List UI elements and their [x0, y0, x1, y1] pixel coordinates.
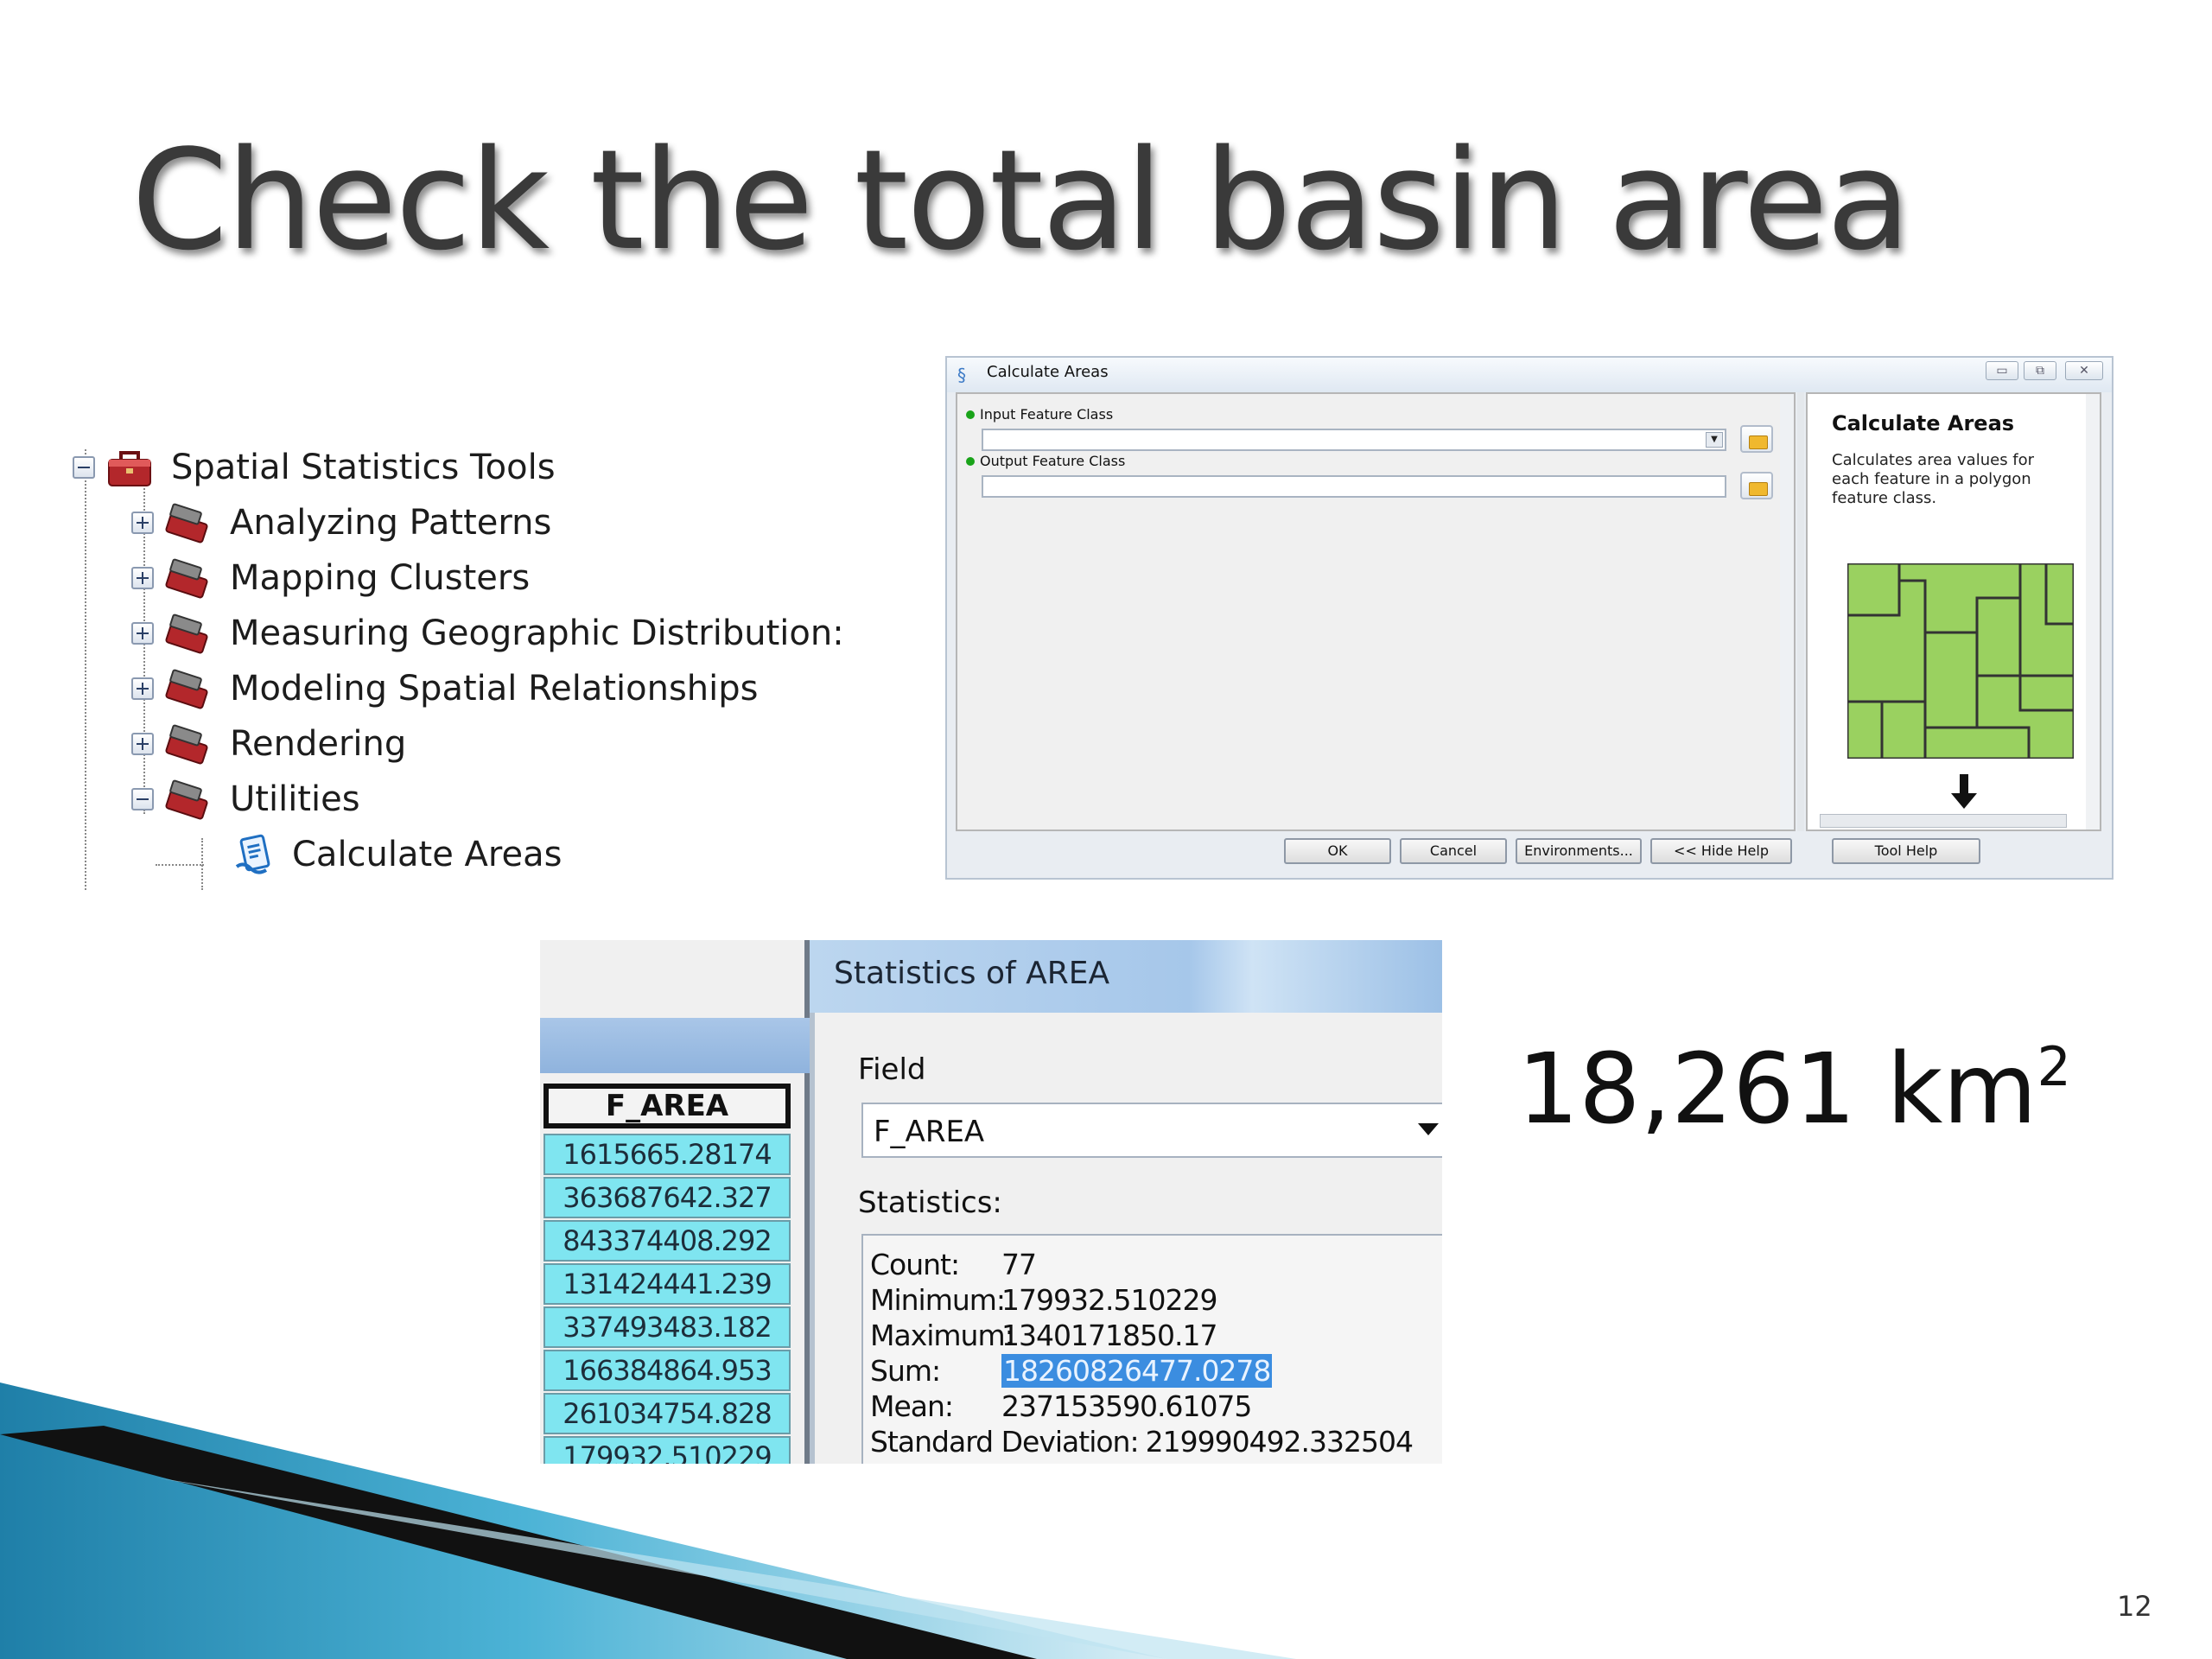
- collapse-icon[interactable]: [73, 456, 95, 479]
- help-text: Calculates area values for each feature …: [1832, 451, 2035, 507]
- table-cell[interactable]: 337493483.182: [543, 1306, 791, 1348]
- parameters-pane: Input Feature Class ▼ Output Feature Cla…: [956, 392, 1796, 831]
- toolset-icon: [165, 779, 208, 820]
- script-tool-icon: [235, 834, 270, 874]
- tree-item-rendering[interactable]: Rendering: [131, 719, 406, 769]
- toolset-icon: [165, 669, 208, 709]
- tree-item-measuring-geographic-distributions[interactable]: Measuring Geographic Distribution:: [131, 608, 844, 658]
- polygon-map-illustration: [1847, 563, 2074, 759]
- table-cell[interactable]: 843374408.292: [543, 1220, 791, 1262]
- pane-splitter[interactable]: [1797, 392, 1804, 831]
- column-header-f-area[interactable]: F_AREA: [543, 1084, 791, 1128]
- stat-minimum-value: 179932.510229: [1001, 1283, 1217, 1317]
- tree-item-utilities[interactable]: Utilities: [131, 774, 360, 824]
- table-cell[interactable]: 1615665.28174: [543, 1134, 791, 1175]
- tree-item-label: Utilities: [230, 779, 360, 819]
- chevron-down-icon[interactable]: [1418, 1123, 1439, 1135]
- field-select-value: F_AREA: [874, 1115, 985, 1149]
- tree-item-label: Mapping Clusters: [230, 558, 531, 598]
- slide-number: 12: [2117, 1590, 2152, 1623]
- toolset-icon: [165, 558, 208, 599]
- tree-item-analyzing-patterns[interactable]: Analyzing Patterns: [131, 498, 551, 548]
- tree-root-label: Spatial Statistics Tools: [171, 448, 556, 487]
- toolset-icon: [165, 724, 208, 765]
- tree-item-label: Measuring Geographic Distribution:: [230, 613, 844, 653]
- stat-count: Count: 77: [870, 1248, 1037, 1281]
- calculate-areas-dialog: § Calculate Areas ▭ ⧉ ✕ Input Feature Cl…: [945, 356, 2113, 880]
- expand-icon[interactable]: [131, 733, 154, 755]
- output-feature-class-label: Output Feature Class: [966, 453, 1125, 469]
- statistics-label: Statistics:: [858, 1185, 1002, 1220]
- field-label: Field: [858, 1052, 926, 1087]
- collapse-icon[interactable]: [131, 788, 154, 810]
- maximize-icon[interactable]: ⧉: [2024, 361, 2056, 380]
- stat-count-value: 77: [1001, 1248, 1037, 1281]
- params-scrollbar[interactable]: [1780, 394, 1794, 830]
- field-select[interactable]: F_AREA: [861, 1103, 1442, 1158]
- toolset-icon: [165, 503, 208, 543]
- hide-help-button[interactable]: << Hide Help: [1650, 838, 1792, 864]
- tree-item-label: Modeling Spatial Relationships: [230, 669, 759, 709]
- help-title: Calculate Areas: [1832, 411, 2015, 435]
- table-cell[interactable]: 363687642.327: [543, 1177, 791, 1218]
- toolbox-icon: [108, 451, 151, 486]
- script-tool-icon: §: [957, 365, 966, 385]
- dialog-title: Calculate Areas: [987, 363, 1109, 381]
- tree-item-label: Rendering: [230, 724, 407, 764]
- statistics-titlebar: Statistics of AREA: [810, 940, 1442, 1013]
- minimize-icon[interactable]: ▭: [1986, 361, 2018, 380]
- slide-decoration: [0, 1382, 1296, 1659]
- expand-icon[interactable]: [131, 512, 154, 534]
- total-area-result: 18,261 km2: [1517, 1033, 2071, 1146]
- close-icon[interactable]: ✕: [2065, 361, 2103, 380]
- chevron-down-icon[interactable]: ▼: [1706, 432, 1723, 448]
- required-dot-icon: [966, 410, 975, 419]
- slide-title: Check the total basin area: [131, 119, 1911, 281]
- cancel-button[interactable]: Cancel: [1400, 838, 1507, 864]
- input-feature-class-field[interactable]: ▼: [982, 429, 1726, 451]
- stat-maximum-value: 1340171850.17: [1001, 1319, 1217, 1352]
- help-hscrollbar[interactable]: [1820, 814, 2067, 828]
- expand-icon[interactable]: [131, 677, 154, 700]
- tree-item-mapping-clusters[interactable]: Mapping Clusters: [131, 553, 530, 603]
- stat-minimum: Minimum: 179932.510229: [870, 1283, 1217, 1317]
- statistics-title: Statistics of AREA: [834, 956, 1110, 991]
- arctoolbox-tree: Spatial Statistics Tools Analyzing Patte…: [60, 432, 844, 890]
- expand-icon[interactable]: [131, 622, 154, 645]
- output-feature-class-field[interactable]: [982, 475, 1726, 498]
- required-dot-icon: [966, 457, 975, 466]
- ok-button[interactable]: OK: [1284, 838, 1391, 864]
- dialog-titlebar: § Calculate Areas ▭ ⧉ ✕: [947, 358, 2112, 392]
- toolset-icon: [165, 613, 208, 654]
- expand-icon[interactable]: [131, 567, 154, 589]
- help-pane: Calculate Areas Calculates area values f…: [1806, 392, 2101, 831]
- browse-input-button[interactable]: [1740, 425, 1773, 453]
- arrow-down-icon: [1951, 774, 1977, 809]
- input-feature-class-label: Input Feature Class: [966, 406, 1113, 423]
- help-scrollbar[interactable]: [2086, 394, 2100, 830]
- tree-item-calculate-areas[interactable]: Calculate Areas: [232, 830, 562, 880]
- table-cell[interactable]: 131424441.239: [543, 1263, 791, 1305]
- tree-item-modeling-spatial-relationships[interactable]: Modeling Spatial Relationships: [131, 664, 758, 714]
- tool-help-button[interactable]: Tool Help: [1832, 838, 1980, 864]
- tree-leaf-label: Calculate Areas: [292, 835, 563, 874]
- stat-maximum: Maximum: 1340171850.17: [870, 1319, 1217, 1352]
- tree-item-label: Analyzing Patterns: [230, 503, 552, 543]
- environments-button[interactable]: Environments...: [1516, 838, 1642, 864]
- total-area-exponent: 2: [2037, 1035, 2071, 1098]
- total-area-value: 18,261 km: [1517, 1033, 2037, 1146]
- tree-root[interactable]: Spatial Statistics Tools: [73, 442, 556, 493]
- table-header-band: [540, 1018, 810, 1073]
- browse-output-button[interactable]: [1740, 472, 1773, 499]
